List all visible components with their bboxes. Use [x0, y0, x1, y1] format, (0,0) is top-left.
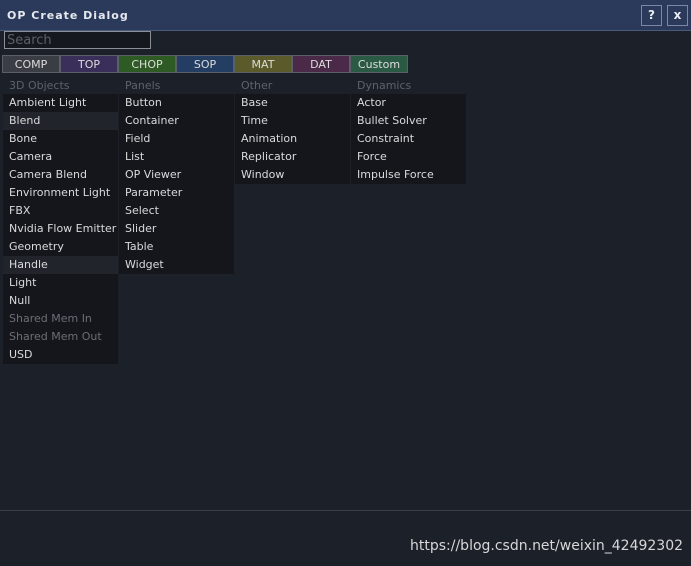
- op-item[interactable]: Nvidia Flow Emitter: [3, 220, 118, 238]
- op-item[interactable]: USD: [3, 346, 118, 364]
- op-item[interactable]: Handle: [3, 256, 118, 274]
- tab-chop[interactable]: CHOP: [118, 55, 176, 73]
- tab-sop[interactable]: SOP: [176, 55, 234, 73]
- op-item[interactable]: Widget: [119, 256, 234, 274]
- op-item[interactable]: Table: [119, 238, 234, 256]
- column-other: Other Base Time Animation Replicator Win…: [235, 78, 350, 184]
- column-header: 3D Objects: [9, 79, 70, 92]
- tab-dat[interactable]: DAT: [292, 55, 350, 73]
- column-3d-objects: 3D Objects Ambient Light Blend Bone Came…: [3, 78, 118, 364]
- column-header: Other: [241, 79, 273, 92]
- op-item[interactable]: Time: [235, 112, 350, 130]
- close-button[interactable]: x: [667, 5, 688, 26]
- op-item[interactable]: Bullet Solver: [351, 112, 466, 130]
- op-item[interactable]: Camera Blend: [3, 166, 118, 184]
- op-item[interactable]: Environment Light: [3, 184, 118, 202]
- op-item[interactable]: Base: [235, 94, 350, 112]
- title-bar: OP Create Dialog ? x: [0, 0, 691, 31]
- op-item[interactable]: FBX: [3, 202, 118, 220]
- tab-mat[interactable]: MAT: [234, 55, 292, 73]
- op-item[interactable]: Button: [119, 94, 234, 112]
- tab-custom[interactable]: Custom: [350, 55, 408, 73]
- op-item[interactable]: Select: [119, 202, 234, 220]
- op-item[interactable]: Null: [3, 292, 118, 310]
- op-item[interactable]: Geometry: [3, 238, 118, 256]
- help-button[interactable]: ?: [641, 5, 662, 26]
- op-item[interactable]: Field: [119, 130, 234, 148]
- tab-comp[interactable]: COMP: [2, 55, 60, 73]
- op-item[interactable]: Parameter: [119, 184, 234, 202]
- op-item[interactable]: OP Viewer: [119, 166, 234, 184]
- footer-divider: [0, 510, 691, 511]
- op-item[interactable]: Bone: [3, 130, 118, 148]
- column-header: Panels: [125, 79, 161, 92]
- column-header: Dynamics: [357, 79, 412, 92]
- op-item[interactable]: Force: [351, 148, 466, 166]
- op-item[interactable]: Shared Mem In: [3, 310, 118, 328]
- op-item[interactable]: Window: [235, 166, 350, 184]
- column-dynamics: Dynamics Actor Bullet Solver Constraint …: [351, 78, 466, 184]
- watermark-text: https://blog.csdn.net/weixin_42492302: [410, 538, 684, 554]
- tab-top[interactable]: TOP: [60, 55, 118, 73]
- op-item[interactable]: Shared Mem Out: [3, 328, 118, 346]
- op-item[interactable]: Replicator: [235, 148, 350, 166]
- op-item[interactable]: Container: [119, 112, 234, 130]
- column-panels: Panels Button Container Field List OP Vi…: [119, 78, 234, 274]
- op-item[interactable]: List: [119, 148, 234, 166]
- op-item[interactable]: Blend: [3, 112, 118, 130]
- op-item[interactable]: Slider: [119, 220, 234, 238]
- op-item[interactable]: Constraint: [351, 130, 466, 148]
- op-item[interactable]: Light: [3, 274, 118, 292]
- op-item[interactable]: Actor: [351, 94, 466, 112]
- op-item[interactable]: Ambient Light: [3, 94, 118, 112]
- op-item[interactable]: Camera: [3, 148, 118, 166]
- op-item[interactable]: Impulse Force: [351, 166, 466, 184]
- op-item[interactable]: Animation: [235, 130, 350, 148]
- window-title: OP Create Dialog: [7, 9, 129, 22]
- search-input[interactable]: [4, 31, 151, 49]
